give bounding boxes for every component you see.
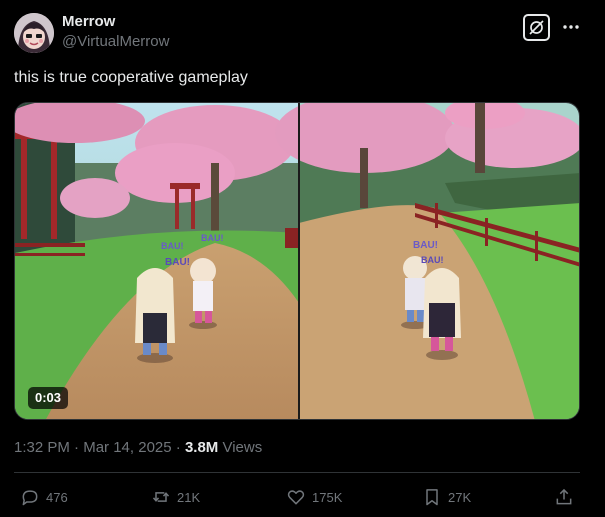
- bookmark-button[interactable]: 27K: [422, 484, 471, 510]
- grok-button[interactable]: [523, 14, 550, 41]
- post-metadata: 1:32 PM · Mar 14, 2025 · 3.8M Views: [14, 439, 262, 456]
- avatar[interactable]: [14, 13, 54, 53]
- overlay-label: BAU!: [201, 233, 224, 243]
- more-icon: [563, 25, 579, 29]
- tweet: Merrow @VirtualMerrow this is true coope…: [0, 0, 605, 517]
- like-button[interactable]: 175K: [286, 484, 342, 510]
- like-count: 175K: [312, 489, 343, 505]
- author-handle[interactable]: @VirtualMerrow: [62, 33, 169, 50]
- repost-button[interactable]: 21K: [151, 484, 200, 510]
- overlay-label: BAU!: [161, 241, 184, 251]
- bookmark-icon: [426, 489, 438, 506]
- video-duration-badge: 0:03: [28, 387, 69, 409]
- video-player[interactable]: BAU! BAU! BAU! BAU! BAU! 0:03: [14, 102, 580, 420]
- reply-button[interactable]: 476: [20, 484, 68, 510]
- reply-icon: [22, 490, 38, 506]
- divider: [14, 472, 580, 473]
- action-bar: 476 21K 175K 27K: [14, 484, 580, 510]
- more-options-button[interactable]: [560, 16, 582, 38]
- repost-count: 21K: [177, 489, 201, 505]
- post-date[interactable]: Mar 14, 2025: [83, 439, 171, 456]
- overlay-label: BAU!: [165, 257, 190, 268]
- overlay-label: BAU!: [413, 240, 438, 251]
- author-display-name[interactable]: Merrow: [62, 13, 115, 30]
- post-time[interactable]: 1:32 PM: [14, 439, 70, 456]
- anime-avatar-icon: [14, 13, 54, 53]
- meta-separator: ·: [74, 439, 80, 456]
- video-frame: BAU! BAU! BAU! BAU! BAU!: [15, 103, 579, 419]
- heart-icon: [287, 490, 305, 505]
- views-count: 3.8M: [184, 439, 219, 456]
- grok-icon: [529, 20, 544, 35]
- bookmark-count: 27K: [448, 489, 472, 505]
- repost-icon: [152, 492, 170, 502]
- overlay-label: BAU!: [421, 255, 444, 265]
- share-button[interactable]: [554, 484, 574, 510]
- views-label: Views: [222, 439, 263, 456]
- meta-separator: ·: [175, 439, 181, 456]
- reply-count: 476: [46, 489, 68, 505]
- share-icon: [556, 488, 572, 505]
- post-text: this is true cooperative gameplay: [14, 69, 248, 86]
